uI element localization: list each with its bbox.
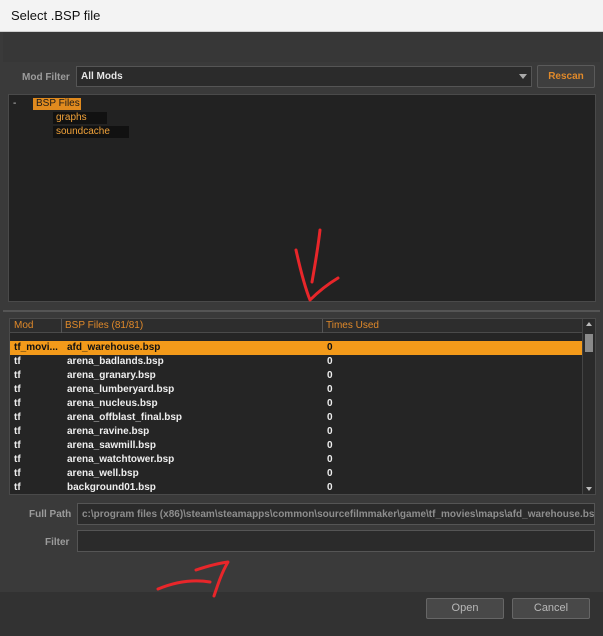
tree-item-graphs[interactable]: graphs bbox=[53, 112, 107, 124]
filter-input[interactable] bbox=[78, 531, 594, 551]
file-list[interactable]: Mod BSP Files (81/81) Times Used tf_movi… bbox=[9, 318, 596, 495]
cell-mod: tf bbox=[14, 384, 21, 395]
scroll-down-icon[interactable] bbox=[586, 487, 592, 491]
cell-times: 0 bbox=[327, 426, 333, 437]
file-list-header: Mod BSP Files (81/81) Times Used bbox=[10, 319, 582, 333]
column-header-mod[interactable]: Mod bbox=[14, 320, 33, 332]
full-path-label: Full Path bbox=[29, 509, 72, 520]
cell-mod: tf bbox=[14, 482, 21, 493]
cell-file: arena_granary.bsp bbox=[67, 370, 156, 381]
file-list-rows: tf_movi... afd_warehouse.bsp 0 tf arena_badl… bbox=[10, 341, 582, 495]
open-button[interactable]: Open bbox=[426, 598, 504, 619]
cell-file: arena_watchtower.bsp bbox=[67, 454, 175, 465]
title-bar: Select .BSP file bbox=[0, 0, 603, 32]
cell-file: arena_lumberyard.bsp bbox=[67, 384, 175, 395]
dialog-footer: Open Cancel bbox=[0, 592, 603, 636]
cell-file: background01.bsp bbox=[67, 482, 156, 493]
pane-splitter[interactable] bbox=[3, 310, 600, 312]
cell-times: 0 bbox=[327, 384, 333, 395]
cell-mod: tf bbox=[14, 398, 21, 409]
cell-file: arena_badlands.bsp bbox=[67, 356, 164, 367]
collapse-toggle[interactable]: - bbox=[13, 98, 16, 109]
table-row[interactable]: tf arena_well.bsp 0 bbox=[10, 467, 582, 481]
table-row[interactable]: tf arena_granary.bsp 0 bbox=[10, 369, 582, 383]
scroll-thumb[interactable] bbox=[585, 334, 593, 352]
folder-tree[interactable]: - BSP Files graphs soundcache bbox=[8, 94, 596, 302]
cell-mod: tf_movi... bbox=[14, 342, 58, 353]
cell-mod: tf bbox=[14, 440, 21, 451]
cell-mod: tf bbox=[14, 454, 21, 465]
table-row[interactable]: tf_movi... afd_warehouse.bsp 0 bbox=[10, 341, 582, 355]
cell-file: arena_offblast_final.bsp bbox=[67, 412, 183, 423]
cell-times: 0 bbox=[327, 412, 333, 423]
cell-file: arena_sawmill.bsp bbox=[67, 440, 156, 451]
cell-file: arena_well.bsp bbox=[67, 468, 139, 479]
column-header-times-used[interactable]: Times Used bbox=[326, 320, 379, 332]
column-header-bsp-files[interactable]: BSP Files (81/81) bbox=[65, 320, 143, 332]
cell-mod: tf bbox=[14, 370, 21, 381]
table-row[interactable]: tf arena_offblast_final.bsp 0 bbox=[10, 411, 582, 425]
cell-times: 0 bbox=[327, 482, 333, 493]
table-row[interactable]: tf background01.bsp 0 bbox=[10, 481, 582, 495]
cell-times: 0 bbox=[327, 440, 333, 451]
chevron-down-icon[interactable] bbox=[519, 74, 527, 79]
cell-mod: tf bbox=[14, 468, 21, 479]
window-title: Select .BSP file bbox=[11, 8, 101, 23]
mod-filter-dropdown[interactable]: All Mods bbox=[76, 66, 532, 87]
cell-times: 0 bbox=[327, 342, 333, 353]
filter-label: Filter bbox=[45, 537, 70, 548]
tree-item-bsp-files[interactable]: BSP Files bbox=[33, 98, 81, 110]
table-row[interactable]: tf arena_ravine.bsp 0 bbox=[10, 425, 582, 439]
file-list-scrollbar[interactable] bbox=[582, 319, 595, 494]
rescan-button[interactable]: Rescan bbox=[537, 65, 595, 88]
cell-times: 0 bbox=[327, 370, 333, 381]
mod-filter-value: All Mods bbox=[81, 71, 123, 82]
full-path-field[interactable]: c:\program files (x86)\steam\steamapps\c… bbox=[77, 503, 595, 525]
full-path-value: c:\program files (x86)\steam\steamapps\c… bbox=[82, 509, 594, 520]
cell-times: 0 bbox=[327, 398, 333, 409]
cell-mod: tf bbox=[14, 412, 21, 423]
cell-file: arena_nucleus.bsp bbox=[67, 398, 158, 409]
cell-mod: tf bbox=[14, 426, 21, 437]
table-row[interactable]: tf arena_lumberyard.bsp 0 bbox=[10, 383, 582, 397]
scroll-up-icon[interactable] bbox=[586, 322, 592, 326]
cell-times: 0 bbox=[327, 356, 333, 367]
cell-file: afd_warehouse.bsp bbox=[67, 342, 161, 353]
cell-times: 0 bbox=[327, 454, 333, 465]
filter-field[interactable] bbox=[77, 530, 595, 552]
table-row[interactable]: tf arena_badlands.bsp 0 bbox=[10, 355, 582, 369]
cancel-button[interactable]: Cancel bbox=[512, 598, 590, 619]
table-row[interactable]: tf arena_sawmill.bsp 0 bbox=[10, 439, 582, 453]
table-row[interactable]: tf arena_nucleus.bsp 0 bbox=[10, 397, 582, 411]
tree-item-soundcache[interactable]: soundcache bbox=[53, 126, 129, 138]
table-row[interactable]: tf arena_watchtower.bsp 0 bbox=[10, 453, 582, 467]
cell-file: arena_ravine.bsp bbox=[67, 426, 150, 437]
cell-times: 0 bbox=[327, 468, 333, 479]
mod-filter-label: Mod Filter bbox=[22, 72, 70, 83]
cell-mod: tf bbox=[14, 356, 21, 367]
